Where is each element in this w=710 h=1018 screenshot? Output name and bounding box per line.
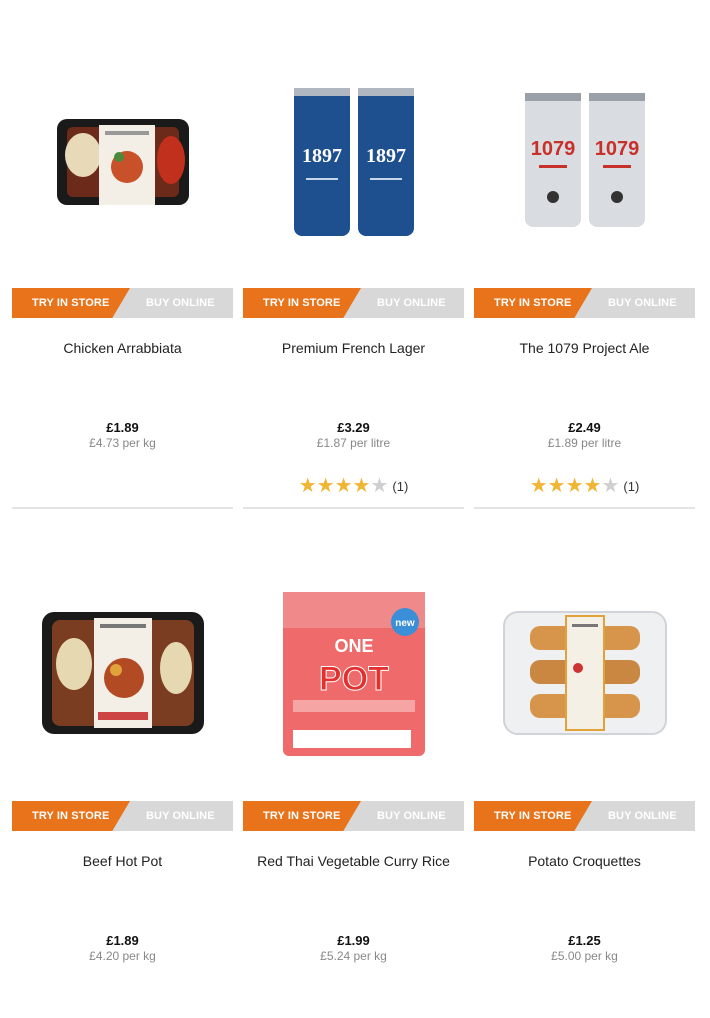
unit-price: £1.89 per litre xyxy=(547,436,622,450)
try-in-store-label: TRY IN STORE xyxy=(494,297,572,309)
svg-text:1079: 1079 xyxy=(530,138,575,160)
unit-price: £1.87 per litre xyxy=(316,436,391,450)
review-count[interactable]: (1) xyxy=(623,479,639,494)
product-card[interactable]: 1897 1897 BUY ONLINE TRY IN STORE Premiu… xyxy=(243,0,464,509)
unit-price: £4.73 per kg xyxy=(89,436,156,450)
review-count[interactable]: (1) xyxy=(392,479,408,494)
try-in-store-label: TRY IN STORE xyxy=(32,810,110,822)
product-card[interactable]: 1079 1079 BUY ONLINE TRY IN STORE The 10… xyxy=(474,0,695,509)
star-icon: ★ xyxy=(352,475,371,497)
svg-text:1897: 1897 xyxy=(302,145,342,167)
product-price: £3.29 xyxy=(337,420,370,435)
product-title[interactable]: Red Thai Vegetable Curry Rice xyxy=(243,853,464,869)
try-in-store-label: TRY IN STORE xyxy=(494,810,572,822)
product-image[interactable]: ONE POT new xyxy=(243,573,464,773)
product-card[interactable]: BUY ONLINE TRY IN STORE Chicken Arrabbia… xyxy=(12,0,233,509)
divider xyxy=(243,507,464,509)
product-price: £1.89 xyxy=(106,933,139,948)
star-icon: ★ xyxy=(370,475,389,497)
star-icon: ★ xyxy=(601,475,620,497)
try-in-store-label: TRY IN STORE xyxy=(263,297,341,309)
star-icon: ★ xyxy=(316,475,335,497)
divider xyxy=(474,507,695,509)
unit-price: £5.24 per kg xyxy=(320,949,387,963)
product-image[interactable] xyxy=(12,60,233,260)
star-icon: ★ xyxy=(298,475,317,497)
product-title[interactable]: The 1079 Project Ale xyxy=(474,340,695,356)
product-card[interactable]: BUY ONLINE TRY IN STORE Potato Croquette… xyxy=(474,513,695,1018)
star-rating: ★ ★ ★ ★ ★ xyxy=(530,476,620,496)
product-image[interactable]: 1079 1079 xyxy=(474,60,695,260)
star-rating: ★ ★ ★ ★ ★ xyxy=(299,476,389,496)
star-icon: ★ xyxy=(565,475,584,497)
try-in-store-button[interactable]: TRY IN STORE xyxy=(12,801,233,831)
product-card[interactable]: ONE POT new BUY ONLINE TRY IN STORE Red … xyxy=(243,513,464,1018)
svg-text:new: new xyxy=(395,618,415,629)
star-icon: ★ xyxy=(334,475,353,497)
star-icon: ★ xyxy=(529,475,548,497)
unit-price: £4.20 per kg xyxy=(89,949,156,963)
try-in-store-label: TRY IN STORE xyxy=(263,810,341,822)
product-price: £2.49 xyxy=(568,420,601,435)
product-rating[interactable]: ★ ★ ★ ★ ★ (1) xyxy=(474,476,695,496)
product-title[interactable]: Beef Hot Pot xyxy=(12,853,233,869)
try-in-store-button[interactable]: TRY IN STORE xyxy=(474,288,695,318)
svg-text:ONE: ONE xyxy=(334,636,373,656)
svg-text:1079: 1079 xyxy=(594,138,639,160)
unit-price: £5.00 per kg xyxy=(551,949,618,963)
try-in-store-button[interactable]: TRY IN STORE xyxy=(243,801,464,831)
product-rating[interactable]: ★ ★ ★ ★ ★ (1) xyxy=(243,476,464,496)
try-in-store-label: TRY IN STORE xyxy=(32,297,110,309)
product-card[interactable]: BUY ONLINE TRY IN STORE Beef Hot Pot £1.… xyxy=(12,513,233,1018)
product-price: £1.25 xyxy=(568,933,601,948)
product-image[interactable] xyxy=(12,573,233,773)
product-title[interactable]: Potato Croquettes xyxy=(474,853,695,869)
product-title[interactable]: Chicken Arrabbiata xyxy=(12,340,233,356)
product-title[interactable]: Premium French Lager xyxy=(243,340,464,356)
product-image[interactable]: 1897 1897 xyxy=(243,60,464,260)
product-price: £1.99 xyxy=(337,933,370,948)
try-in-store-button[interactable]: TRY IN STORE xyxy=(474,801,695,831)
divider xyxy=(12,507,233,509)
product-image[interactable] xyxy=(474,573,695,773)
svg-text:POT: POT xyxy=(319,660,389,698)
star-icon: ★ xyxy=(547,475,566,497)
try-in-store-button[interactable]: TRY IN STORE xyxy=(243,288,464,318)
try-in-store-button[interactable]: TRY IN STORE xyxy=(12,288,233,318)
star-icon: ★ xyxy=(583,475,602,497)
product-price: £1.89 xyxy=(106,420,139,435)
svg-text:1897: 1897 xyxy=(366,145,406,167)
